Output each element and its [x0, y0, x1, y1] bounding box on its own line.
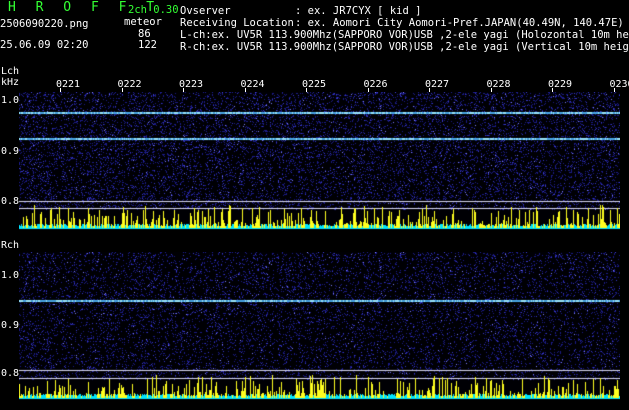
freq-unit-label: kHz: [1, 77, 20, 88]
lch-description: L-ch:ex. UV5R 113.900Mhz(SAPPORO VOR)USB…: [180, 29, 629, 41]
rch-label: Rch: [1, 240, 20, 251]
time-tick-label: 0230: [609, 79, 629, 90]
freq-tick-label: 0.8: [1, 368, 20, 379]
rch-description: R-ch:ex. UV5R 113.900Mhz(SAPPORO VOR)USB…: [180, 41, 629, 53]
location-value: : ex. Aomori City Aomori-Pref.JAPAN(40.4…: [295, 17, 624, 29]
date-time: 25.06.09 02:20: [0, 39, 89, 51]
lch-spectrogram: [19, 92, 620, 230]
observer-value: : ex. JR7CYX [ kid ]: [295, 5, 422, 17]
app-version: 2ch 0.30: [128, 4, 179, 16]
rch-spectrogram: [19, 252, 620, 400]
freq-tick-label: 0.9: [1, 320, 20, 331]
freq-tick-label: 1.0: [1, 270, 20, 281]
rch-meteor-count: 122: [138, 39, 157, 51]
meteor-label: meteor: [124, 16, 162, 28]
freq-tick-label: 1.0: [1, 95, 20, 106]
observer-label: Ovserver: [180, 5, 231, 17]
freq-tick-label: 0.9: [1, 146, 20, 157]
file-name: 2506090220.png: [0, 18, 89, 30]
freq-tick-label: 0.8: [1, 196, 20, 207]
lch-label: Lch: [1, 66, 20, 77]
location-label: Receiving Location: [180, 17, 294, 29]
